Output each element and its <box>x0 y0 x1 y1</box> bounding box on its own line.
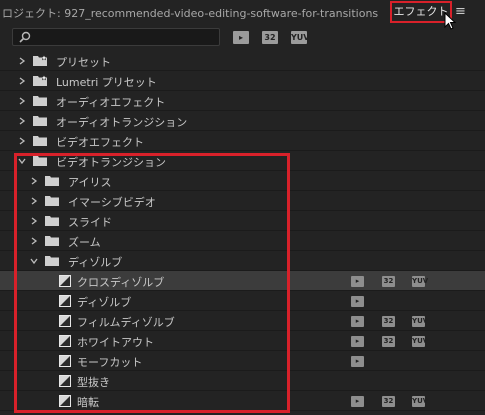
effect-item[interactable]: ホワイトアウト ▸ 32 YUV <box>0 331 485 351</box>
accelerated-badge-icon: ▸ <box>351 356 364 367</box>
folder-item[interactable]: プリセット <box>0 51 485 71</box>
yuv-badge-icon: YUV <box>412 316 429 327</box>
item-label: プリセット <box>56 56 111 69</box>
chevron-right-icon[interactable] <box>18 117 26 125</box>
item-label: ディゾルブ <box>68 256 123 269</box>
folder-icon <box>45 256 59 266</box>
item-label: アイリス <box>68 176 112 189</box>
transition-effect-icon <box>59 375 71 387</box>
transition-effect-icon <box>59 395 71 407</box>
tab-effects[interactable]: エフェクト <box>390 1 452 23</box>
folder-item[interactable]: ビデオトランジション <box>0 151 485 171</box>
folder-icon <box>45 236 59 246</box>
32bit-badge-icon: 32 <box>382 396 395 407</box>
effects-tree: プリセット Lumetri プリセット オーディオエフェクトオーディオトランジション… <box>0 51 485 411</box>
accelerated-badge-icon: ▸ <box>351 316 364 327</box>
folder-item[interactable]: スライド <box>0 211 485 231</box>
item-label: ディゾルブ <box>77 296 132 309</box>
item-label: モーフカット <box>77 356 143 369</box>
item-label: Lumetri プリセット <box>56 76 157 89</box>
search-box[interactable] <box>12 28 220 46</box>
effect-item[interactable]: 暗転 ▸ 32 YUV <box>0 391 485 411</box>
transition-effect-icon <box>59 315 71 327</box>
item-label: ビデオエフェクト <box>56 136 144 149</box>
effects-toolbar: ▸ 32 YUV <box>0 26 485 50</box>
yuv-badge-icon: YUV <box>412 336 429 347</box>
item-label: 型抜き <box>77 376 110 389</box>
transition-effect-icon <box>59 295 71 307</box>
effect-item[interactable]: 型抜き <box>0 371 485 391</box>
chevron-right-icon[interactable] <box>30 217 38 225</box>
folder-icon <box>33 136 47 146</box>
preset-folder-icon <box>33 55 47 66</box>
item-label: ズーム <box>68 236 101 249</box>
accelerated-filter-button[interactable]: ▸ <box>233 31 249 44</box>
chevron-down-icon[interactable] <box>30 257 38 265</box>
chevron-right-icon[interactable] <box>30 177 38 185</box>
32bit-badge-icon: 32 <box>382 336 395 347</box>
chevron-down-icon[interactable] <box>18 157 26 165</box>
yuv-badge-icon: YUV <box>412 396 429 407</box>
folder-icon <box>45 216 59 226</box>
folder-item[interactable]: Lumetri プリセット <box>0 71 485 91</box>
folder-icon <box>33 96 47 106</box>
yuv-filter-button[interactable]: YUV <box>291 31 309 44</box>
item-label: 暗転 <box>77 396 99 409</box>
effect-item[interactable]: クロスディゾルブ ▸ 32 YUV <box>0 271 485 291</box>
accelerated-badge-icon: ▸ <box>351 296 364 307</box>
folder-item[interactable]: ズーム <box>0 231 485 251</box>
chevron-right-icon[interactable] <box>18 77 26 85</box>
item-label: クロスディゾルブ <box>77 276 165 289</box>
folder-icon <box>45 176 59 186</box>
accelerated-badge-icon: ▸ <box>351 396 364 407</box>
item-label: ホワイトアウト <box>77 336 154 349</box>
search-icon <box>19 31 31 43</box>
folder-item[interactable]: オーディオエフェクト <box>0 91 485 111</box>
accelerated-badge-icon: ▸ <box>351 276 364 287</box>
effect-item[interactable]: フィルムディゾルブ ▸ 32 YUV <box>0 311 485 331</box>
folder-icon <box>33 156 47 166</box>
32bit-badge-icon: 32 <box>382 316 395 327</box>
chevron-right-icon[interactable] <box>18 137 26 145</box>
search-input[interactable] <box>35 30 215 44</box>
panel-header: ロジェクト: 927_recommended-video-editing-sof… <box>0 0 485 30</box>
item-label: オーディオトランジション <box>56 116 188 129</box>
preset-folder-icon <box>33 75 47 86</box>
item-label: イマーシブビデオ <box>68 196 156 209</box>
chevron-right-icon[interactable] <box>30 197 38 205</box>
item-label: フィルムディゾルブ <box>77 316 175 329</box>
folder-item[interactable]: アイリス <box>0 171 485 191</box>
effect-item[interactable]: モーフカット ▸ <box>0 351 485 371</box>
item-label: スライド <box>68 216 112 229</box>
project-title: ロジェクト: 927_recommended-video-editing-sof… <box>2 7 379 20</box>
folder-item[interactable]: ビデオエフェクト <box>0 131 485 151</box>
32bit-filter-button[interactable]: 32 <box>262 31 278 44</box>
chevron-right-icon[interactable] <box>18 57 26 65</box>
folder-item[interactable]: ディゾルブ <box>0 251 485 271</box>
item-label: オーディオエフェクト <box>56 96 166 109</box>
item-label: ビデオトランジション <box>56 156 166 169</box>
chevron-right-icon[interactable] <box>18 97 26 105</box>
transition-effect-icon <box>59 275 71 287</box>
yuv-badge-icon: YUV <box>412 276 429 287</box>
folder-item[interactable]: オーディオトランジション <box>0 111 485 131</box>
transition-effect-icon <box>59 335 71 347</box>
transition-effect-icon <box>59 355 71 367</box>
chevron-right-icon[interactable] <box>30 237 38 245</box>
32bit-badge-icon: 32 <box>382 276 395 287</box>
folder-icon <box>45 196 59 206</box>
effect-item[interactable]: ディゾルブ ▸ <box>0 291 485 311</box>
folder-icon <box>33 116 47 126</box>
accelerated-badge-icon: ▸ <box>351 336 364 347</box>
folder-item[interactable]: イマーシブビデオ <box>0 191 485 211</box>
